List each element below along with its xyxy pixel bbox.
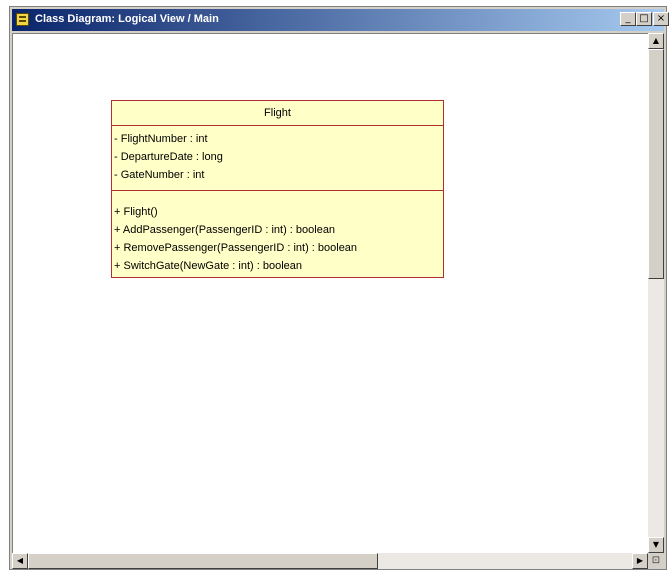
scroll-up-arrow-icon[interactable]: ▲ (648, 33, 664, 49)
window-title: Class Diagram: Logical View / Main (35, 13, 219, 25)
class-diagram-window: Class Diagram: Logical View / Main _ □ ×… (9, 6, 669, 570)
vertical-scroll-thumb[interactable] (648, 49, 664, 279)
operation-row: + SwitchGate(NewGate : int) : boolean (114, 260, 303, 272)
scroll-right-arrow-icon[interactable]: ▶ (632, 553, 648, 569)
close-button[interactable]: × (653, 12, 669, 26)
horizontal-scrollbar[interactable]: ◀ ▶ (12, 553, 648, 569)
operation-row: + AddPassenger(PassengerID : int) : bool… (114, 224, 336, 236)
operation-row: + RemovePassenger(PassengerID : int) : b… (114, 242, 358, 254)
attribute-row: - DepartureDate : long (114, 151, 223, 163)
attributes-compartment: - FlightNumber : int - DepartureDate : l… (112, 126, 443, 191)
attribute-row: - GateNumber : int (114, 169, 205, 181)
attribute-row: - FlightNumber : int (114, 133, 208, 145)
minimize-button[interactable]: _ (620, 12, 636, 26)
operations-compartment: + Flight() + AddPassenger(PassengerID : … (112, 191, 443, 275)
uml-class-flight[interactable]: Flight - FlightNumber : int - DepartureD… (111, 100, 444, 278)
horizontal-scroll-thumb[interactable] (28, 553, 378, 569)
vertical-scrollbar[interactable]: ▲ ▼ (648, 33, 664, 553)
class-name: Flight (112, 101, 443, 126)
size-grip-icon[interactable]: ⊡ (648, 553, 664, 569)
class-diagram-icon (16, 13, 29, 26)
operation-row: + Flight() (114, 206, 158, 218)
scroll-down-arrow-icon[interactable]: ▼ (648, 537, 664, 553)
diagram-canvas[interactable]: Flight - FlightNumber : int - DepartureD… (12, 33, 648, 553)
title-bar[interactable]: Class Diagram: Logical View / Main _ □ × (12, 9, 669, 31)
scroll-left-arrow-icon[interactable]: ◀ (12, 553, 28, 569)
maximize-button[interactable]: □ (636, 12, 652, 26)
